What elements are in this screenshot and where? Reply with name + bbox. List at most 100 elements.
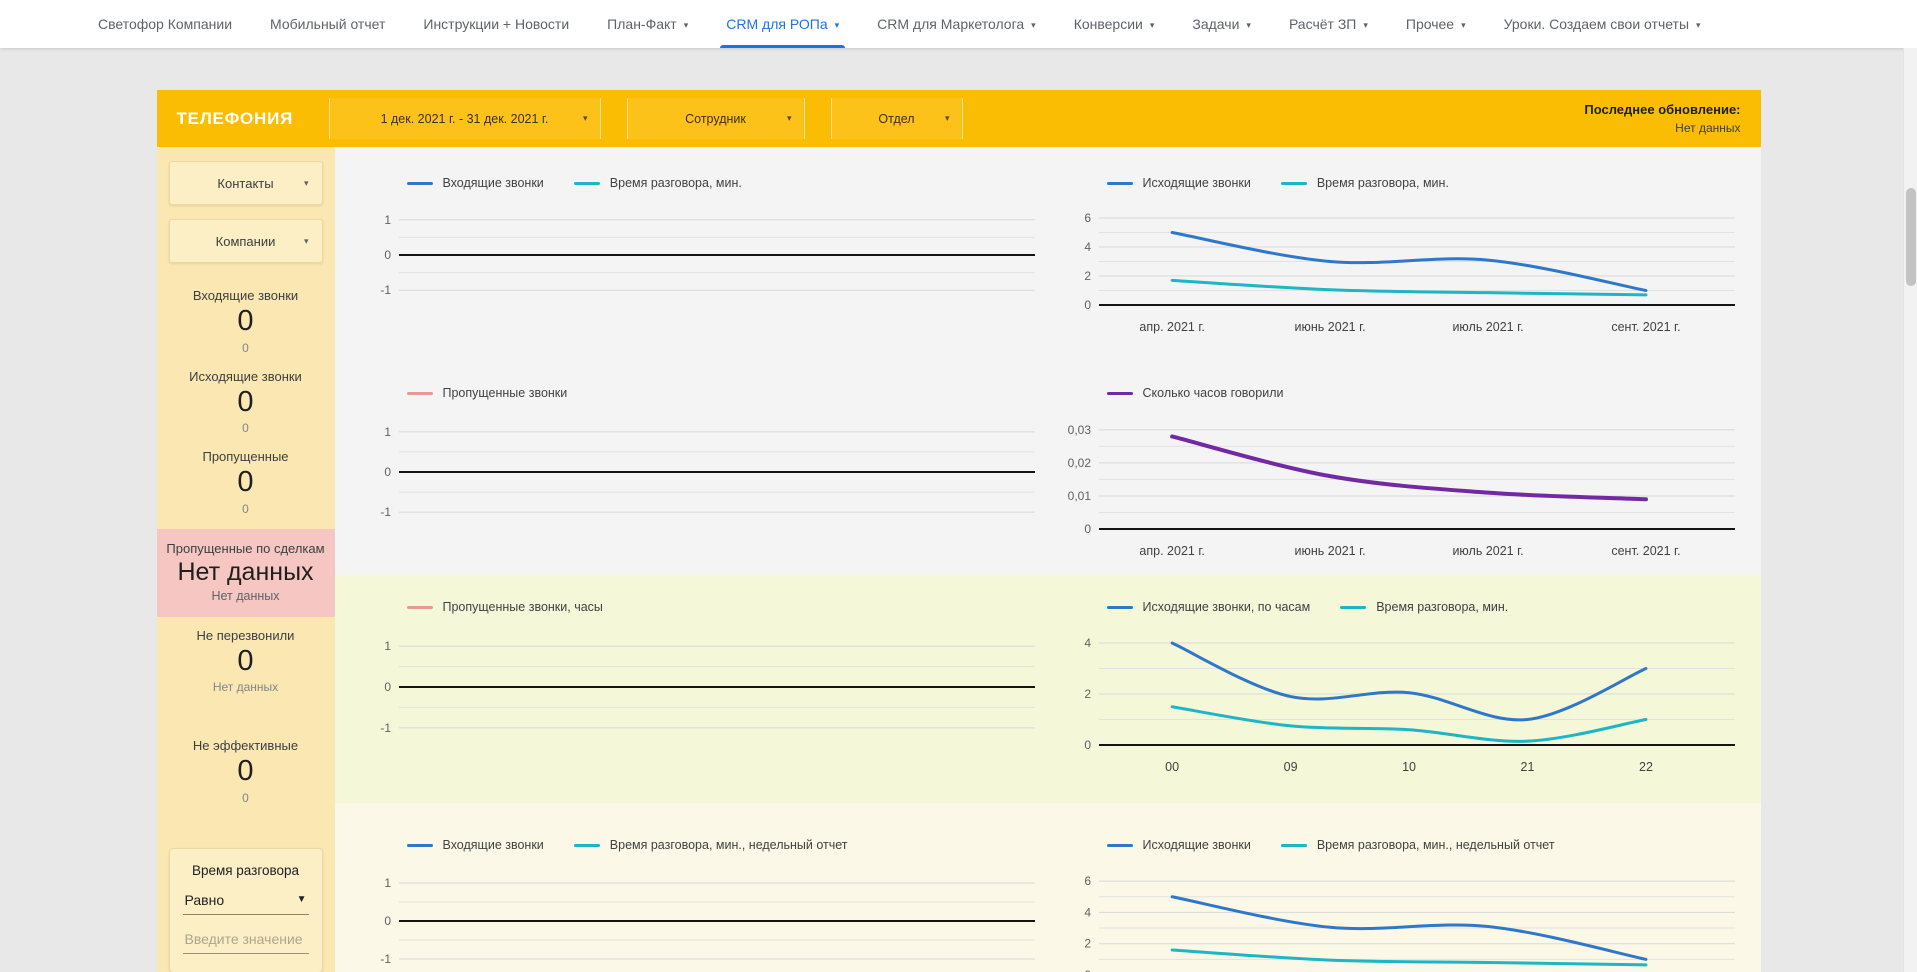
legend-item[interactable]: Входящие звонки	[407, 176, 544, 190]
legend-item[interactable]: Исходящие звонки, по часам	[1107, 600, 1311, 614]
chevron-down-icon: ▾	[304, 178, 309, 189]
legend-line-swatch	[574, 182, 600, 185]
metric-sub-value: Нет данных	[161, 680, 331, 694]
companies-filter[interactable]: Компании ▾	[169, 219, 323, 263]
svg-text:-1: -1	[380, 283, 391, 297]
metric-sub-value: 0	[161, 502, 331, 516]
metric-label: Пропущенные	[161, 449, 331, 464]
metric-block-3: Пропущенные по сделкамНет данныхНет данн…	[157, 529, 335, 617]
chart-legend: Исходящие звонки Время разговора, мин.	[1107, 175, 1743, 191]
tab-label: Расчёт ЗП	[1289, 16, 1356, 32]
chevron-down-icon: ▾	[787, 113, 792, 124]
svg-text:0,01: 0,01	[1067, 489, 1091, 503]
legend-label: Пропущенные звонки, часы	[443, 600, 603, 614]
legend-item[interactable]: Сколько часов говорили	[1107, 386, 1284, 400]
chevron-down-icon: ▾	[583, 113, 588, 124]
date-range-value: 1 дек. 2021 г. - 31 дек. 2021 г.	[381, 112, 549, 126]
tab-2[interactable]: Инструкции + Новости	[423, 0, 569, 48]
talk-time-title: Время разговора	[183, 863, 309, 878]
svg-text:июль 2021 г.: июль 2021 г.	[1452, 544, 1523, 558]
chart-legend: Сколько часов говорили	[1107, 385, 1743, 401]
tab-5[interactable]: CRM для Маркетолога▾	[877, 0, 1036, 48]
metric-sub-value: 0	[161, 421, 331, 435]
svg-text:2: 2	[1084, 687, 1091, 701]
metric-label: Не перезвонили	[161, 628, 331, 643]
tab-10[interactable]: Уроки. Создаем свои отчеты▾	[1504, 0, 1701, 48]
legend-label: Время разговора, мин.	[610, 176, 742, 190]
hours-talked-monthly-chart: Сколько часов говорили0,030,020,010апр. …	[1059, 385, 1743, 563]
metric-label: Не эффективные	[161, 738, 331, 753]
svg-text:апр. 2021 г.: апр. 2021 г.	[1139, 544, 1204, 558]
metric-sub-value: 0	[161, 341, 331, 355]
date-range-filter[interactable]: 1 дек. 2021 г. - 31 дек. 2021 г. ▾	[329, 98, 601, 139]
legend-line-swatch	[1107, 182, 1133, 185]
outgoing-calls-monthly-chart: Исходящие звонкиВремя разговора, мин.642…	[1059, 175, 1743, 339]
chevron-down-icon: ▾	[1031, 18, 1036, 31]
missed-calls-hours-chart: Пропущенные звонки, часы 1 0 -1	[359, 599, 1043, 779]
chevron-down-icon: ▾	[945, 113, 950, 124]
tab-3[interactable]: План-Факт▾	[607, 0, 688, 48]
svg-text:1: 1	[384, 425, 391, 439]
svg-text:4: 4	[1084, 240, 1091, 254]
chart-legend: Исходящие звонки Время разговора, мин., н…	[1107, 837, 1743, 853]
tab-7[interactable]: Задачи▾	[1192, 0, 1251, 48]
page-title: ТЕЛЕФОНИЯ	[177, 109, 329, 129]
legend-line-swatch	[1340, 606, 1366, 609]
chart-plot: 0,030,020,010апр. 2021 г.июнь 2021 г.июл…	[1059, 409, 1743, 563]
legend-item[interactable]: Пропущенные звонки, часы	[407, 600, 603, 614]
tab-8[interactable]: Расчёт ЗП ▾	[1289, 0, 1368, 48]
legend-label: Время разговора, мин.	[1317, 176, 1449, 190]
legend-item[interactable]: Пропущенные звонки	[407, 386, 568, 400]
tab-9[interactable]: Прочее▾	[1406, 0, 1466, 48]
legend-label: Исходящие звонки	[1143, 838, 1251, 852]
legend-label: Исходящие звонки	[1143, 176, 1251, 190]
legend-item[interactable]: Время разговора, мин.	[574, 176, 742, 190]
metric-block-2: Пропущенные00	[157, 438, 335, 519]
legend-item[interactable]: Исходящие звонки	[1107, 838, 1251, 852]
vertical-scrollbar[interactable]	[1903, 48, 1917, 972]
contacts-filter[interactable]: Контакты ▾	[169, 161, 323, 205]
legend-item[interactable]: Входящие звонки	[407, 838, 544, 852]
svg-text:-1: -1	[380, 721, 391, 735]
department-filter-value: Отдел	[878, 112, 914, 126]
svg-text:6: 6	[1084, 874, 1091, 888]
legend-line-swatch	[1107, 844, 1133, 847]
tab-1[interactable]: Мобильный отчет	[270, 0, 385, 48]
outgoing-calls-by-hour-chart: Исходящие звонки, по часам Время разговор…	[1059, 599, 1743, 779]
legend-item[interactable]: Исходящие звонки	[1107, 176, 1251, 190]
chart-plot: 10-1	[359, 409, 1043, 545]
department-filter[interactable]: Отдел ▾	[831, 98, 963, 139]
svg-text:июль 2021 г.: июль 2021 г.	[1452, 320, 1523, 334]
svg-text:1: 1	[384, 639, 391, 653]
metric-value: 0	[161, 753, 331, 791]
employee-filter[interactable]: Сотрудник ▾	[627, 98, 805, 139]
legend-item[interactable]: Время разговора, мин., недельный отчет	[574, 838, 848, 852]
legend-label: Входящие звонки	[443, 176, 544, 190]
scrollbar-thumb[interactable]	[1906, 188, 1916, 286]
metric-block-1: Исходящие звонки00	[157, 358, 335, 439]
svg-text:0: 0	[384, 680, 391, 694]
tab-4[interactable]: CRM для РОПа▾	[726, 0, 839, 48]
tab-0[interactable]: Светофор Компании	[98, 0, 232, 48]
talk-time-value-input[interactable]	[183, 927, 309, 954]
tab-label: Задачи	[1192, 16, 1239, 32]
legend-item[interactable]: Время разговора, мин., недельный отчет	[1281, 838, 1555, 852]
legend-item[interactable]: Время разговора, мин.	[1340, 600, 1508, 614]
employee-filter-value: Сотрудник	[685, 112, 746, 126]
talk-time-operator-select[interactable]: Равно ▼	[183, 878, 309, 915]
legend-line-swatch	[407, 844, 433, 847]
svg-text:июнь 2021 г.: июнь 2021 г.	[1294, 544, 1365, 558]
contacts-filter-label: Контакты	[217, 176, 273, 191]
tab-label: Светофор Компании	[98, 16, 232, 32]
weekly-charts-section: Входящие звонки Время разговора, мин., не…	[335, 803, 1761, 972]
hourly-charts-section: Пропущенные звонки, часы 1 0 -1 Исходящие з…	[335, 575, 1761, 803]
tab-6[interactable]: Конверсии▾	[1074, 0, 1155, 48]
metric-value: 0	[161, 303, 331, 341]
tab-label: Инструкции + Новости	[423, 16, 569, 32]
legend-item[interactable]: Время разговора, мин.	[1281, 176, 1449, 190]
svg-text:0: 0	[384, 465, 391, 479]
charts-area: Входящие звонки Время разговора, мин. 1 0 -1…	[335, 147, 1761, 972]
tab-label: CRM для РОПа	[726, 16, 827, 32]
chevron-down-icon: ▾	[1363, 18, 1368, 31]
svg-text:0: 0	[384, 248, 391, 262]
